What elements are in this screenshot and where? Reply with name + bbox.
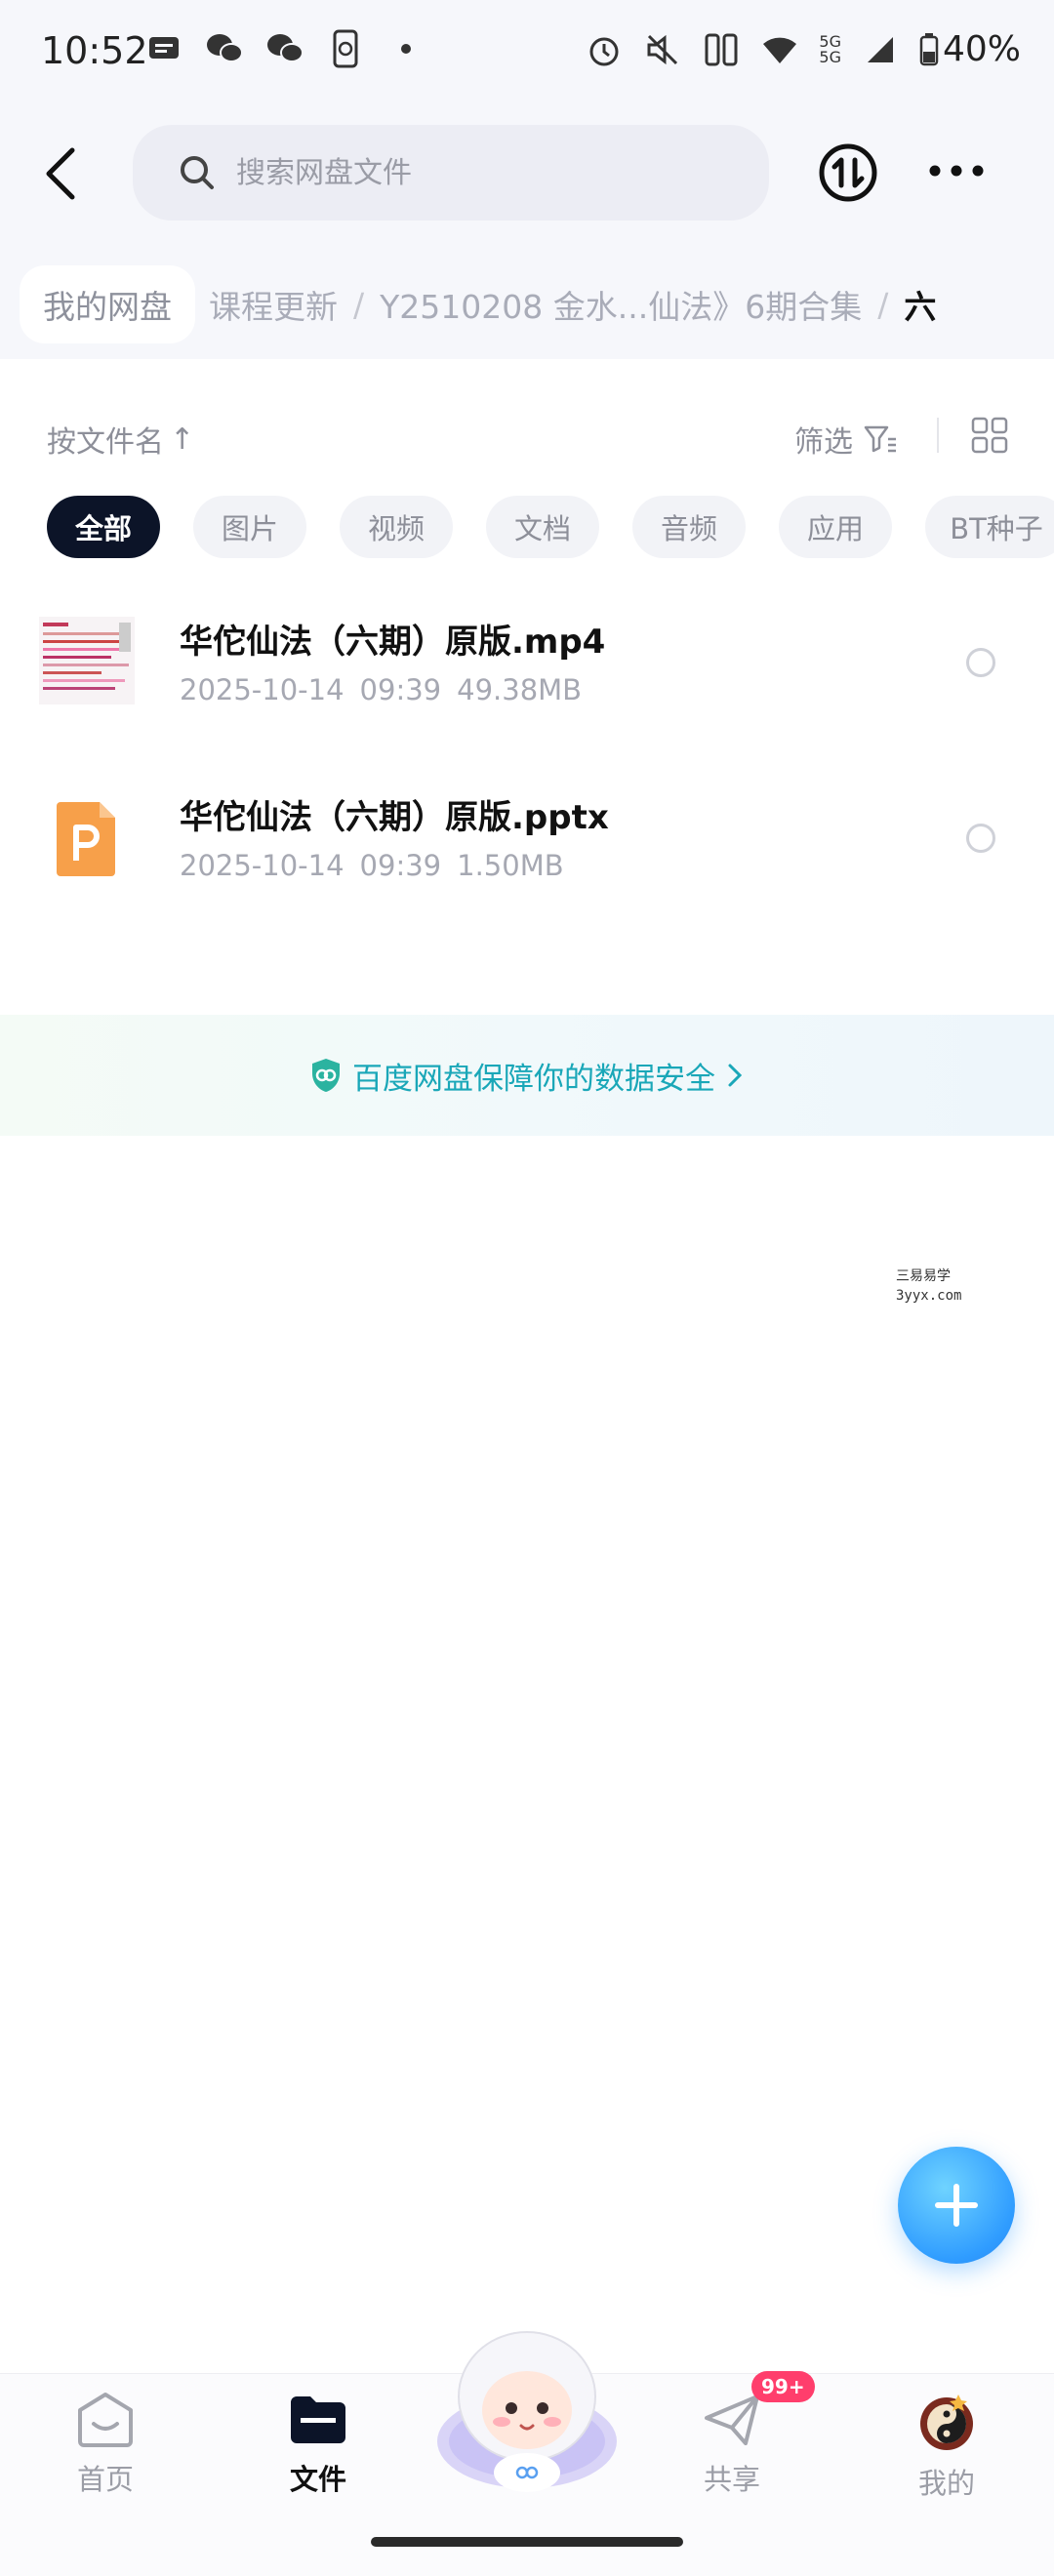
wifi-icon <box>760 30 799 69</box>
notification-badge: 99+ <box>751 2371 815 2402</box>
chip-all[interactable]: 全部 <box>47 496 160 558</box>
more-dots-icon <box>929 165 984 177</box>
breadcrumb-root[interactable]: 我的网盘 <box>20 265 195 343</box>
nav-share[interactable]: 共享 <box>664 2391 800 2498</box>
watermark-line: 3yyx.com <box>896 1288 962 1304</box>
filter-button[interactable]: 筛选 <box>794 418 898 461</box>
breadcrumb-current[interactable]: 六 <box>904 281 936 328</box>
sort-arrow-icon: ↑ <box>170 422 195 457</box>
nav-profile[interactable]: 我的 <box>878 2391 1015 2502</box>
file-time: 09:39 <box>359 673 442 706</box>
category-chips: 全部 图片 视频 文档 音频 应用 BT种子 <box>47 496 1054 558</box>
mascot-button[interactable] <box>429 2326 625 2502</box>
filter-label: 筛选 <box>794 425 853 460</box>
avatar-icon <box>920 2395 973 2450</box>
nav-label: 首页 <box>76 2463 134 2496</box>
network-type: 5G 5G <box>819 31 841 66</box>
nav-label: 我的 <box>917 2467 975 2500</box>
mascot-icon <box>437 2331 617 2492</box>
data-safety-banner[interactable]: 百度网盘保障你的数据安全 <box>0 1015 1054 1136</box>
plus-icon <box>935 2184 978 2227</box>
breadcrumb-item[interactable]: Y2510208 金水...仙法》6期合集 <box>380 281 862 328</box>
dot-icon <box>386 29 426 68</box>
more-button[interactable] <box>927 156 986 185</box>
breadcrumb-separator: / <box>877 285 889 324</box>
breadcrumb: 我的网盘 课程更新 / Y2510208 金水...仙法》6期合集 / 六 <box>20 265 936 343</box>
alarm-icon <box>585 30 624 69</box>
file-meta: 2025-10-14 09:39 1.50MB <box>180 849 564 882</box>
battery-indicator: 40% <box>919 29 1021 69</box>
share-icon <box>705 2395 759 2445</box>
chip-videos[interactable]: 视频 <box>340 496 453 558</box>
status-time: 10:52 <box>41 29 148 72</box>
signal-icon <box>861 30 900 69</box>
search-icon <box>181 156 214 189</box>
breadcrumb-separator: / <box>353 285 365 324</box>
file-name: 华佗仙法（六期）原版.mp4 <box>180 623 606 662</box>
watermark: 三易易学 3yyx.com <box>896 1267 961 1306</box>
system-icons: 5G 5G 40% <box>585 29 1021 69</box>
file-time: 09:39 <box>359 849 442 882</box>
search-input[interactable] <box>236 155 705 190</box>
battery-icon <box>919 32 939 65</box>
watermark-line: 三易易学 <box>896 1268 951 1284</box>
file-size: 1.50MB <box>457 849 564 882</box>
chip-audio[interactable]: 音频 <box>632 496 746 558</box>
file-date: 2025-10-14 <box>180 673 345 706</box>
breadcrumb-item[interactable]: 课程更新 <box>209 281 338 328</box>
phone-sync-icon <box>326 29 365 68</box>
notification-icons <box>144 29 426 68</box>
sort-button[interactable]: 按文件名 ↑ <box>47 418 194 461</box>
battery-percent: 40% <box>942 29 1021 69</box>
wechat-icon <box>265 29 304 68</box>
chip-documents[interactable]: 文档 <box>486 496 599 558</box>
grid-view-button[interactable] <box>970 416 1009 455</box>
select-radio[interactable] <box>966 824 995 853</box>
nfc-icon <box>702 30 741 69</box>
home-indicator[interactable] <box>371 2537 683 2547</box>
video-thumbnail <box>39 613 135 708</box>
file-size: 49.38MB <box>457 673 583 706</box>
file-meta: 2025-10-14 09:39 49.38MB <box>180 673 582 706</box>
transfer-button[interactable] <box>818 142 878 203</box>
chip-apps[interactable]: 应用 <box>779 496 892 558</box>
file-name: 华佗仙法（六期）原版.pptx <box>180 798 609 837</box>
safety-text: 百度网盘保障你的数据安全 <box>352 1061 715 1097</box>
nav-label: 文件 <box>289 2463 346 2496</box>
chevron-left-icon <box>46 147 75 200</box>
nav-files[interactable]: 文件 <box>250 2391 386 2498</box>
nav-label: 共享 <box>703 2463 760 2496</box>
add-button[interactable] <box>898 2147 1015 2264</box>
pptx-icon <box>39 790 135 886</box>
chevron-right-icon <box>728 1064 743 1087</box>
chip-bt-torrent[interactable]: BT种子 <box>925 496 1054 558</box>
folder-icon <box>291 2396 345 2443</box>
grid-icon <box>971 417 1008 454</box>
filter-icon <box>864 425 896 453</box>
home-icon <box>78 2393 133 2447</box>
select-radio[interactable] <box>966 648 995 677</box>
toolbar-divider <box>937 418 939 453</box>
search-bar[interactable] <box>133 125 769 221</box>
transfer-icon <box>819 143 877 202</box>
file-date: 2025-10-14 <box>180 849 345 882</box>
message-icon <box>144 29 183 68</box>
chip-images[interactable]: 图片 <box>193 496 306 558</box>
nav-home[interactable]: 首页 <box>37 2391 174 2498</box>
shield-icon <box>312 1059 340 1092</box>
wechat-icon <box>205 29 244 68</box>
mute-icon <box>643 30 682 69</box>
sort-label: 按文件名 <box>47 425 164 460</box>
back-button[interactable] <box>35 139 90 209</box>
